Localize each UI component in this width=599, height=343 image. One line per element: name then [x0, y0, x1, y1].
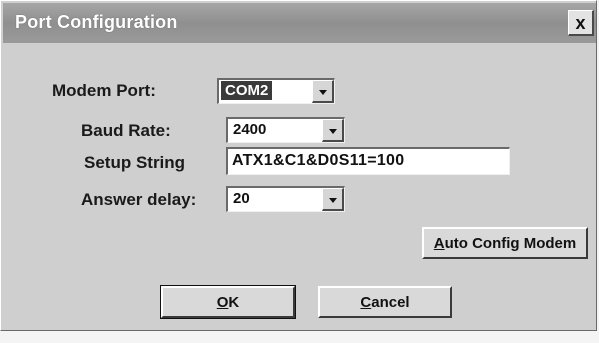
port-configuration-dialog: Port Configuration x Modem Port: COM2 Ba…	[0, 0, 597, 331]
cancel-button[interactable]: Cancel	[318, 286, 452, 318]
dialog-title: Port Configuration	[15, 12, 178, 32]
close-icon: x	[575, 12, 586, 33]
auto-config-hotkey: A	[433, 234, 445, 252]
answer-delay-dropdown-button[interactable]	[322, 188, 344, 211]
setup-string-input[interactable]: ATX1&C1&D0S11=100	[226, 147, 510, 175]
chevron-down-icon	[318, 89, 327, 95]
baud-rate-select[interactable]: 2400	[226, 117, 345, 143]
auto-config-modem-button[interactable]: Auto Config Modem	[422, 227, 588, 259]
chevron-down-icon	[328, 197, 337, 203]
baud-rate-dropdown-button[interactable]	[322, 119, 344, 142]
close-button[interactable]: x	[568, 10, 594, 36]
cancel-label: ancel	[371, 293, 410, 311]
ok-button[interactable]: OK	[160, 285, 296, 319]
baud-rate-label: Baud Rate:	[81, 121, 171, 140]
chevron-down-icon	[328, 128, 337, 134]
answer-delay-label: Answer delay:	[81, 190, 197, 209]
ok-hotkey: O	[216, 293, 229, 311]
setup-string-value: ATX1&C1&D0S11=100	[232, 152, 405, 169]
modem-port-label: Modem Port:	[52, 81, 156, 100]
answer-delay-select[interactable]: 20	[226, 186, 345, 212]
modem-port-select[interactable]: COM2	[217, 78, 335, 104]
cancel-hotkey: C	[360, 293, 372, 311]
modem-port-value: COM2	[221, 81, 273, 100]
modem-port-dropdown-button[interactable]	[312, 80, 334, 103]
auto-config-label: uto Config Modem	[444, 234, 577, 252]
answer-delay-value: 20	[233, 190, 250, 207]
title-bar[interactable]: Port Configuration x	[3, 3, 596, 43]
setup-string-label: Setup String	[84, 153, 186, 172]
ok-label: K	[228, 293, 240, 311]
baud-rate-value: 2400	[233, 121, 267, 138]
